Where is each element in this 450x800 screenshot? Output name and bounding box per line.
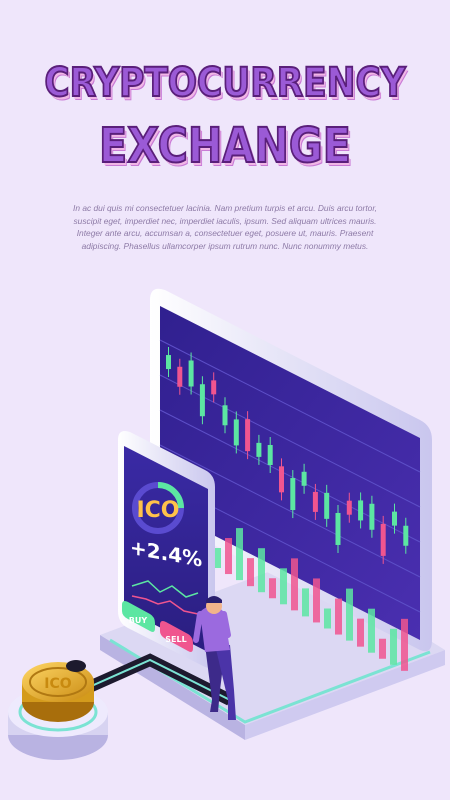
candle-body xyxy=(177,366,183,387)
ico-badge: ICO xyxy=(136,498,179,523)
volume-bar xyxy=(258,548,265,593)
volume-bar xyxy=(324,608,331,629)
volume-bar xyxy=(379,638,386,659)
candle-body xyxy=(279,466,284,493)
volume-bar xyxy=(269,578,276,599)
candle-body xyxy=(233,419,239,446)
title-line-2: EXCHANGE xyxy=(98,117,352,175)
candle-body xyxy=(335,512,341,545)
volume-bar xyxy=(390,628,397,665)
candle-body xyxy=(369,503,375,530)
volume-bar xyxy=(401,618,408,671)
volume-bar xyxy=(236,528,243,581)
coin-label: ICO xyxy=(44,676,71,692)
candle-body xyxy=(267,445,273,466)
volume-bar xyxy=(225,538,232,575)
volume-bar xyxy=(247,558,254,587)
volume-bar xyxy=(346,588,353,641)
volume-bar xyxy=(280,568,287,605)
candle-body xyxy=(380,523,386,556)
candle-body xyxy=(166,355,171,370)
candle-body xyxy=(222,405,228,426)
crypto-exchange-illustration: ICO +2.4% BUY SELL ICO xyxy=(8,288,445,760)
volume-bar xyxy=(302,588,309,617)
candle-body xyxy=(290,478,296,511)
description-text: In ac dui quis mi consectetuer lacinia. … xyxy=(73,203,377,251)
volume-bar xyxy=(368,608,375,653)
ico-coin: ICO xyxy=(22,660,94,722)
candle-body xyxy=(358,500,364,521)
volume-bar xyxy=(291,558,298,611)
buy-label: BUY xyxy=(129,616,148,625)
volume-bar xyxy=(335,598,342,635)
title-line-1: CRYPTOCURRENCY xyxy=(43,59,406,107)
candle-body xyxy=(312,491,318,512)
volume-bar xyxy=(313,578,320,623)
candle-body xyxy=(256,442,262,457)
volume-bar xyxy=(214,548,221,568)
candle-body xyxy=(301,471,307,486)
candle-body xyxy=(188,360,194,387)
volume-bar xyxy=(357,618,364,647)
candle-body xyxy=(324,492,330,519)
candle-body xyxy=(403,525,409,546)
candle-body xyxy=(346,500,352,515)
candle-body xyxy=(199,384,205,417)
candle-body xyxy=(211,380,217,395)
candle-body xyxy=(245,419,251,452)
sell-label: SELL xyxy=(165,635,186,644)
candle-body xyxy=(392,511,397,526)
